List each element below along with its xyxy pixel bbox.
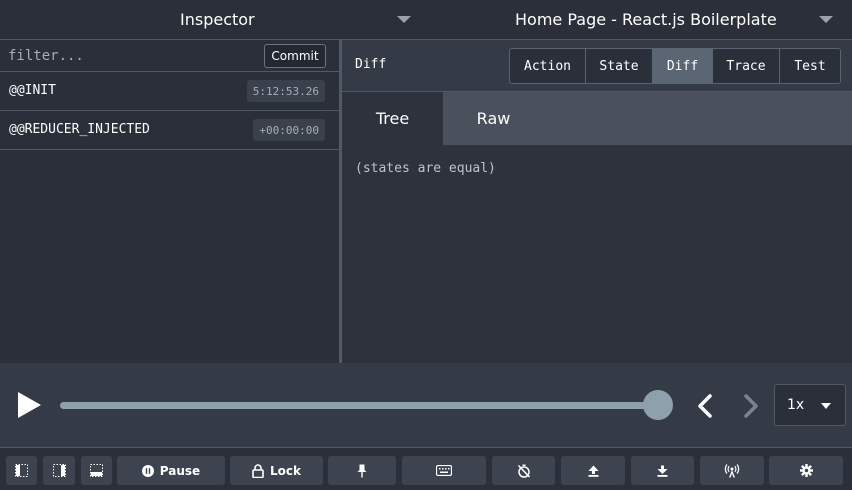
pause-button[interactable]: Pause [117,456,225,485]
action-time: +00:00:00 [253,119,325,141]
lock-button[interactable]: Lock [230,456,323,485]
keyboard-icon [436,465,452,476]
playback-bar: 1x [0,363,852,448]
instance-select-label: Home Page - React.js Boilerplate [515,10,777,29]
monitor-select-caret-icon[interactable] [397,16,411,23]
action-name: @@INIT [9,83,56,98]
tab-action[interactable]: Action [510,49,586,83]
dock-left-icon [15,464,28,477]
chevron-down-icon [821,403,831,409]
tab-diff[interactable]: Diff [653,49,713,83]
diff-subtabs: Tree Raw [342,92,852,145]
dock-bottom-button[interactable] [81,456,112,485]
action-list-panel: Commit @@INIT 5:12:53.26 @@REDUCER_INJEC… [0,40,339,363]
filter-input[interactable] [8,46,248,66]
action-item[interactable]: @@INIT 5:12:53.26 [0,72,339,111]
dock-bottom-icon [90,464,103,477]
dock-right-icon [52,464,66,477]
filter-bar: Commit [0,40,339,72]
persist-button[interactable] [328,456,396,485]
subtab-raw[interactable]: Raw [443,92,544,145]
remote-button[interactable] [700,456,764,485]
speed-value: 1x [787,397,805,413]
top-bar: Inspector Home Page - React.js Boilerpla… [0,0,852,40]
tab-trace[interactable]: Trace [713,49,780,83]
tab-state[interactable]: State [586,49,653,83]
export-button[interactable] [631,456,694,485]
lock-icon [252,463,264,478]
tab-test[interactable]: Test [780,49,840,83]
play-icon[interactable] [14,389,44,421]
instance-select-caret-icon[interactable] [819,16,833,23]
import-button[interactable] [561,456,625,485]
action-time: 5:12:53.26 [246,80,325,102]
upload-icon [588,465,598,477]
shortcuts-button[interactable] [402,456,486,485]
download-icon [657,465,668,477]
monitor-select[interactable]: Inspector [180,0,255,39]
pin-icon [357,464,367,477]
settings-button[interactable] [769,456,843,485]
chevron-left-icon[interactable] [692,391,718,421]
commit-button[interactable]: Commit [264,44,326,68]
instance-select[interactable]: Home Page - React.js Boilerplate [515,0,777,39]
pause-label: Pause [159,463,201,478]
timeline-slider[interactable] [60,402,658,409]
speed-select[interactable]: 1x [774,384,846,426]
gear-icon [799,464,813,477]
timer-off-icon [517,464,530,478]
broadcast-icon [724,463,740,477]
diff-message: (states are equal) [355,161,496,176]
action-item[interactable]: @@REDUCER_INJECTED +00:00:00 [0,111,339,150]
action-name: @@REDUCER_INJECTED [9,122,150,137]
monitor-title: Diff [355,57,387,72]
lock-label: Lock [270,463,301,478]
monitor-select-label: Inspector [180,10,255,29]
dock-left-button[interactable] [6,456,37,485]
timer-button[interactable] [492,456,555,485]
timeline-slider-thumb[interactable] [643,390,673,420]
pause-icon [141,464,154,477]
bottom-toolbar: Pause Lock [0,449,852,490]
chevron-right-icon[interactable] [738,391,764,421]
dock-right-button[interactable] [43,456,75,485]
monitor-tabs: Action State Diff Trace Test [509,48,841,84]
monitor-header: Diff Action State Diff Trace Test [342,40,852,92]
monitor-panel: Diff Action State Diff Trace Test Tree R… [342,40,852,363]
subtab-tree[interactable]: Tree [342,92,443,145]
